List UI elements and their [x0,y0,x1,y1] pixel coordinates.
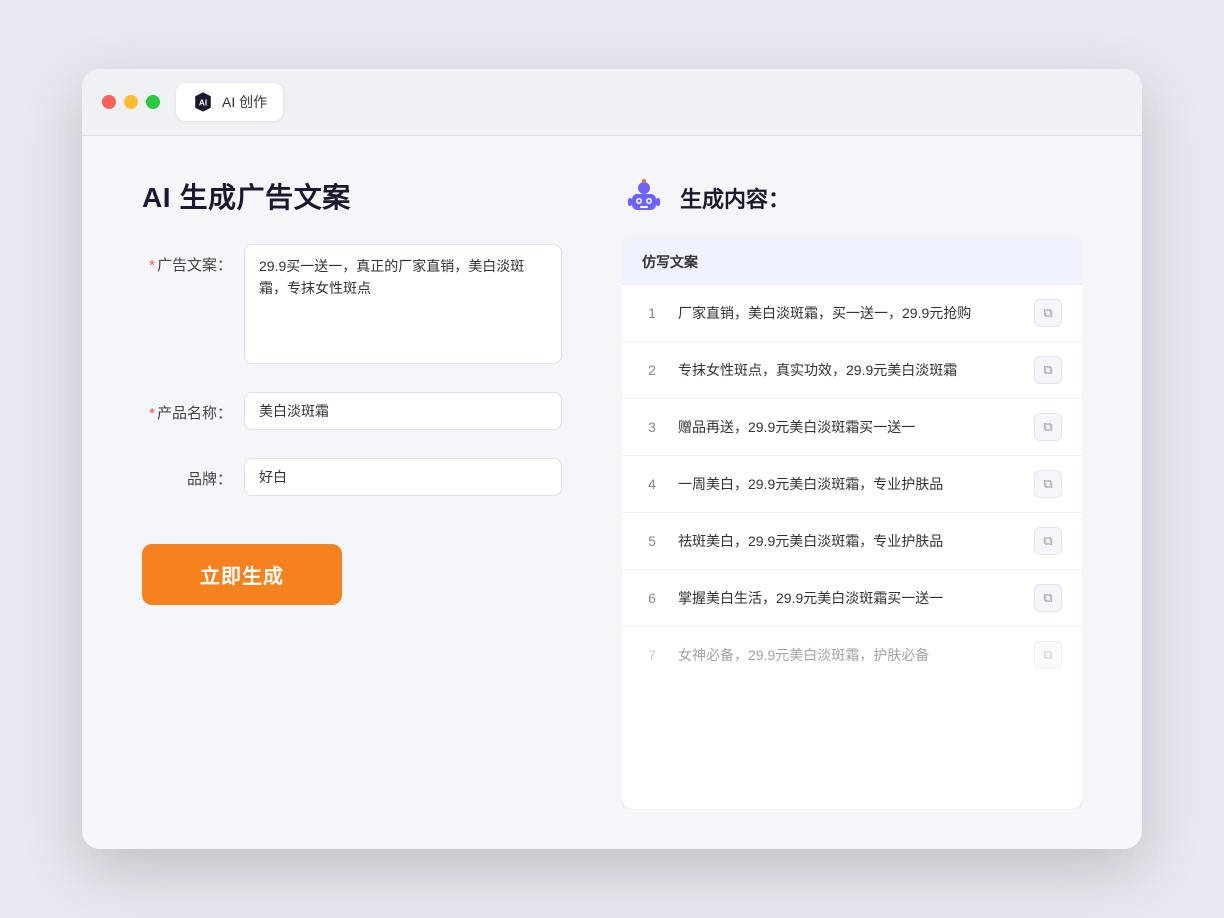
table-row: 1 厂家直销，美白淡斑霜，买一送一，29.9元抢购 ⧉ [622,285,1082,342]
brand-label: 品牌： [142,458,232,489]
left-panel: AI 生成广告文案 *广告文案： *产品名称： 品牌： 立 [142,176,562,809]
robot-icon [622,176,666,220]
result-title: 生成内容： [680,182,790,214]
right-panel: 生成内容： 仿写文案 1 厂家直销，美白淡斑霜，买一送一，29.9元抢购 ⧉ 2 专抹女… [622,176,1082,809]
ad-copy-input[interactable] [244,244,562,364]
row-text: 女神必备，29.9元美白淡斑霜，护肤必备 [678,645,1018,666]
row-text: 掌握美白生活，29.9元美白淡斑霜买一送一 [678,588,1018,609]
brand-input[interactable] [244,458,562,496]
copy-button[interactable]: ⧉ [1034,641,1062,669]
copy-icon: ⧉ [1043,647,1052,663]
required-star-2: * [149,405,155,422]
copy-button[interactable]: ⧉ [1034,299,1062,327]
active-tab[interactable]: AI AI 创作 [176,83,283,121]
row-number: 2 [642,362,662,378]
row-text: 专抹女性斑点，真实功效，29.9元美白淡斑霜 [678,360,1018,381]
product-name-label: *产品名称： [142,392,232,423]
row-text: 祛斑美白，29.9元美白淡斑霜，专业护肤品 [678,531,1018,552]
generate-button[interactable]: 立即生成 [142,544,342,605]
copy-icon: ⧉ [1043,533,1052,549]
table-row: 7 女神必备，29.9元美白淡斑霜，护肤必备 ⧉ [622,627,1082,683]
copy-button[interactable]: ⧉ [1034,413,1062,441]
brand-group: 品牌： [142,458,562,496]
ad-copy-group: *广告文案： [142,244,562,364]
required-star-1: * [149,257,155,274]
row-number: 7 [642,647,662,663]
copy-icon: ⧉ [1043,305,1052,321]
copy-button[interactable]: ⧉ [1034,584,1062,612]
result-header: 生成内容： [622,176,1082,220]
minimize-button[interactable] [124,95,138,109]
copy-icon: ⧉ [1043,590,1052,606]
tab-label: AI 创作 [222,92,267,112]
copy-icon: ⧉ [1043,419,1052,435]
product-name-group: *产品名称： [142,392,562,430]
copy-button[interactable]: ⧉ [1034,356,1062,384]
row-number: 6 [642,590,662,606]
svg-text:AI: AI [199,99,207,108]
page-title: AI 生成广告文案 [142,176,562,216]
table-row: 3 赠品再送，29.9元美白淡斑霜买一送一 ⧉ [622,399,1082,456]
browser-content: AI 生成广告文案 *广告文案： *产品名称： 品牌： 立 [82,136,1142,849]
row-text: 赠品再送，29.9元美白淡斑霜买一送一 [678,417,1018,438]
table-header: 仿写文案 [622,240,1082,285]
table-body: 1 厂家直销，美白淡斑霜，买一送一，29.9元抢购 ⧉ 2 专抹女性斑点，真实功效，29… [622,285,1082,809]
copy-button[interactable]: ⧉ [1034,527,1062,555]
copy-button[interactable]: ⧉ [1034,470,1062,498]
close-button[interactable] [102,95,116,109]
row-text: 一周美白，29.9元美白淡斑霜，专业护肤品 [678,474,1018,495]
table-row: 6 掌握美白生活，29.9元美白淡斑霜买一送一 ⧉ [622,570,1082,627]
ai-tab-icon: AI [192,91,214,113]
maximize-button[interactable] [146,95,160,109]
table-row: 2 专抹女性斑点，真实功效，29.9元美白淡斑霜 ⧉ [622,342,1082,399]
table-row: 4 一周美白，29.9元美白淡斑霜，专业护肤品 ⧉ [622,456,1082,513]
titlebar: AI AI 创作 [82,69,1142,136]
copy-icon: ⧉ [1043,362,1052,378]
result-table: 仿写文案 1 厂家直销，美白淡斑霜，买一送一，29.9元抢购 ⧉ 2 专抹女性斑点，真实… [622,240,1082,809]
window-controls [102,95,160,109]
browser-window: AI AI 创作 AI 生成广告文案 *广告文案： *产品名称： [82,69,1142,849]
row-text: 厂家直销，美白淡斑霜，买一送一，29.9元抢购 [678,303,1018,324]
row-number: 1 [642,305,662,321]
product-name-input[interactable] [244,392,562,430]
row-number: 3 [642,419,662,435]
row-number: 5 [642,533,662,549]
copy-icon: ⧉ [1043,476,1052,492]
row-number: 4 [642,476,662,492]
ad-copy-label: *广告文案： [142,244,232,275]
table-row: 5 祛斑美白，29.9元美白淡斑霜，专业护肤品 ⧉ [622,513,1082,570]
